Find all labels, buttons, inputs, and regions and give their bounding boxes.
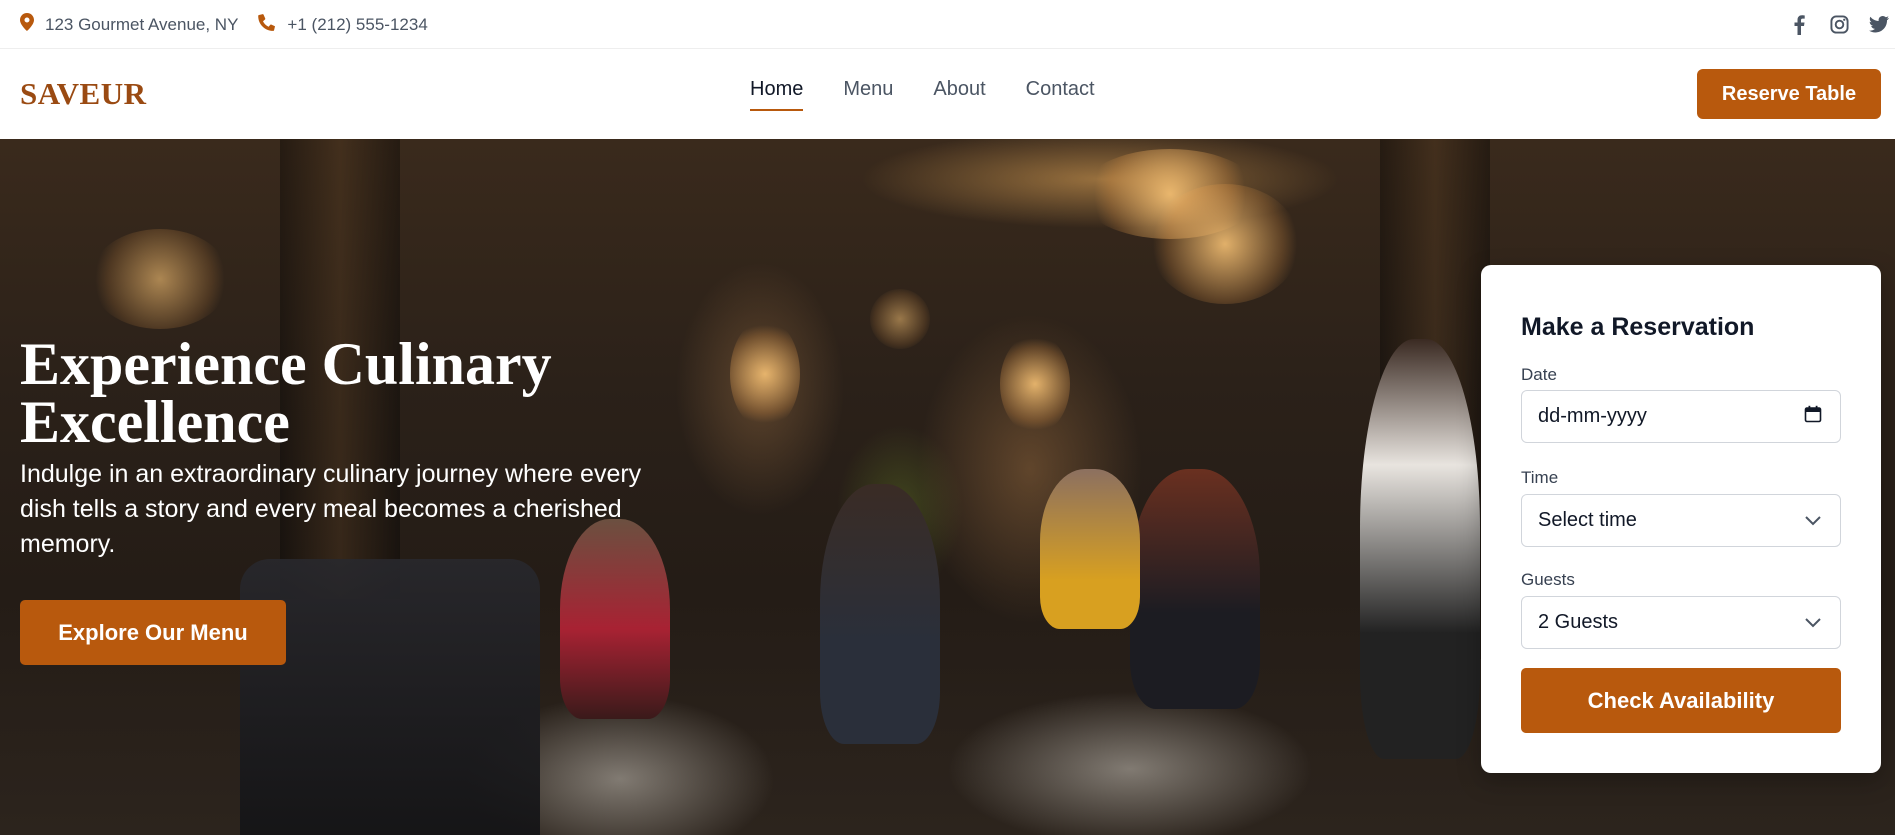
time-label: Time xyxy=(1521,468,1559,487)
contact-info: 123 Gourmet Avenue, NY +1 (212) 555-1234 xyxy=(20,0,428,49)
time-select[interactable]: Select time xyxy=(1521,494,1841,547)
reserve-table-button[interactable]: Reserve Table xyxy=(1697,69,1881,119)
nav-link-about[interactable]: About xyxy=(933,78,985,111)
hero-section: Experience Culinary Excellence Indulge i… xyxy=(0,139,1895,835)
map-pin-icon xyxy=(20,13,34,36)
guests-label: Guests xyxy=(1521,570,1575,589)
hero-subtitle: Indulge in an extraordinary culinary jou… xyxy=(20,460,642,558)
time-select-value: Select time xyxy=(1538,509,1637,531)
date-label: Date xyxy=(1521,365,1557,384)
instagram-icon[interactable] xyxy=(1829,15,1849,35)
address-item: 123 Gourmet Avenue, NY xyxy=(20,13,238,36)
facebook-icon[interactable] xyxy=(1789,14,1809,35)
guests-select[interactable]: 2 Guests xyxy=(1521,596,1841,649)
chevron-down-icon xyxy=(1804,509,1822,532)
twitter-icon[interactable] xyxy=(1869,15,1889,35)
date-input[interactable]: dd-mm-yyyy xyxy=(1521,390,1841,443)
reservation-card: Make a Reservation Date dd-mm-yyyy Time … xyxy=(1481,265,1881,773)
nav-link-contact[interactable]: Contact xyxy=(1026,78,1095,111)
address-text: 123 Gourmet Avenue, NY xyxy=(45,14,239,34)
chevron-down-icon xyxy=(1804,611,1822,634)
phone-text: +1 (212) 555-1234 xyxy=(287,14,428,34)
check-availability-button[interactable]: Check Availability xyxy=(1521,668,1841,733)
primary-nav: Home Menu About Contact xyxy=(750,78,1095,111)
explore-menu-button[interactable]: Explore Our Menu xyxy=(20,600,286,665)
social-links xyxy=(1789,0,1889,49)
reservation-title: Make a Reservation xyxy=(1521,313,1755,341)
calendar-icon[interactable] xyxy=(1804,405,1822,429)
nav-link-home[interactable]: Home xyxy=(750,78,804,111)
main-navbar: SAVEUR Home Menu About Contact Reserve T… xyxy=(0,50,1895,139)
phone-icon xyxy=(258,13,276,36)
hero-title: Experience Culinary Excellence xyxy=(20,331,552,455)
top-info-bar: 123 Gourmet Avenue, NY +1 (212) 555-1234 xyxy=(0,0,1895,49)
phone-item: +1 (212) 555-1234 xyxy=(258,13,428,36)
guests-select-value: 2 Guests xyxy=(1538,611,1619,633)
date-placeholder: dd-mm-yyyy xyxy=(1538,405,1647,427)
brand-logo[interactable]: SAVEUR xyxy=(20,76,146,112)
nav-link-menu[interactable]: Menu xyxy=(843,78,893,111)
